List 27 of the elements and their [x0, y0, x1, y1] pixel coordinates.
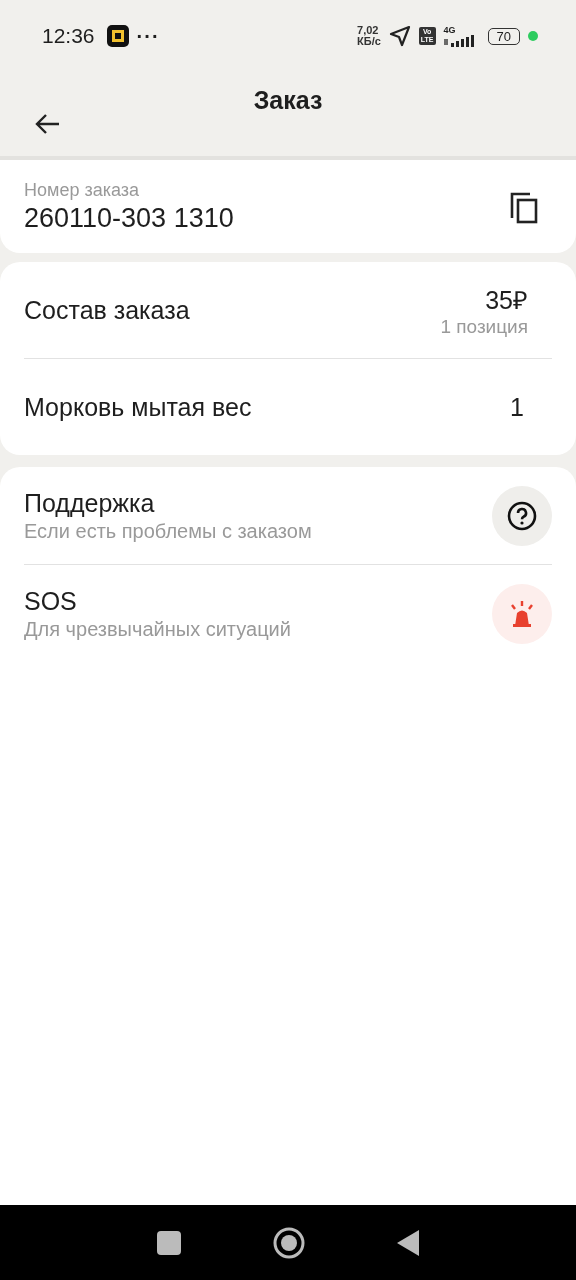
- speed-value: 7,02: [357, 25, 380, 36]
- app-notification-icon: [106, 25, 129, 47]
- product-name: Морковь мытая вес: [24, 392, 252, 422]
- location-arrow-icon: [388, 25, 411, 47]
- more-notifications: ···: [136, 24, 160, 48]
- recents-button[interactable]: [157, 1230, 181, 1255]
- speed-unit: КБ/с: [357, 36, 381, 47]
- order-number-label: Номер заказа: [24, 179, 140, 201]
- help-icon: [507, 500, 537, 531]
- action-title: SOS: [24, 586, 78, 616]
- action-title: Поддержка: [24, 488, 156, 518]
- order-number: 260110-303 1310: [24, 202, 234, 234]
- action-subtitle: Если есть проблемы с заказом: [24, 519, 312, 543]
- home-button[interactable]: [273, 1226, 305, 1259]
- network-type: 4G: [443, 25, 456, 35]
- battery-indicator: 70: [487, 27, 520, 45]
- signal-icon: [443, 35, 476, 47]
- status-time: 12:36: [42, 24, 95, 48]
- order-price: 35₽: [485, 285, 528, 316]
- back-nav-button[interactable]: [397, 1229, 419, 1256]
- page-title: Заказ: [252, 86, 324, 115]
- status-dot-icon: [528, 31, 538, 41]
- item-count: 1 позиция: [440, 316, 528, 338]
- product-quantity: 1: [510, 392, 524, 422]
- back-arrow-icon: [34, 113, 60, 135]
- action-subtitle: Для чрезвычайных ситуаций: [24, 617, 291, 641]
- composition-title: Состав заказа: [24, 295, 190, 325]
